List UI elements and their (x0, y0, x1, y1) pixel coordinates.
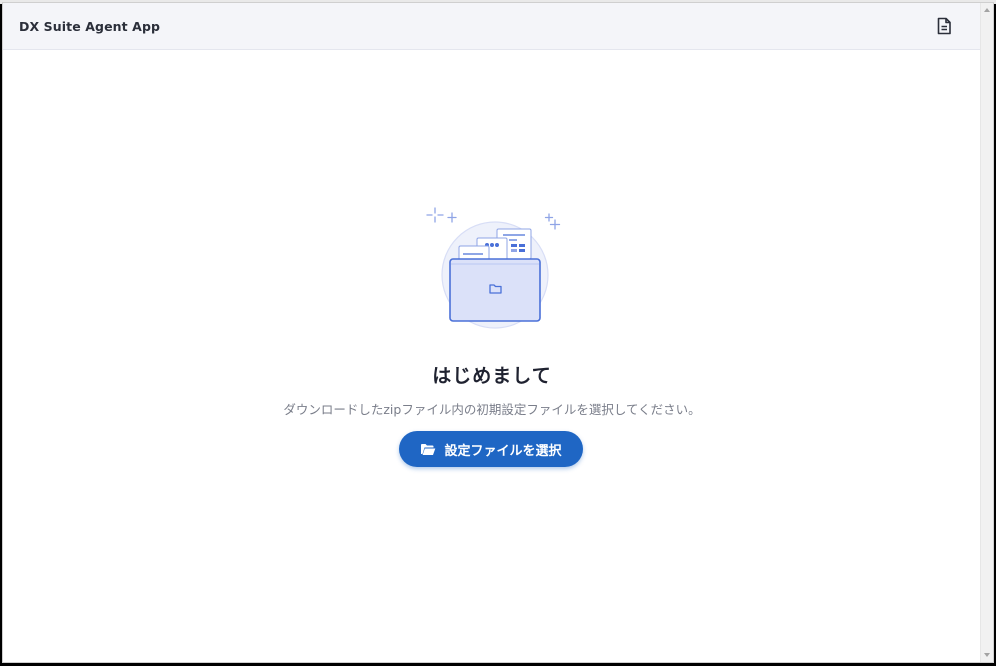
scroll-down-arrow-icon[interactable] (984, 653, 990, 657)
vertical-scrollbar[interactable] (980, 3, 993, 662)
scroll-up-arrow-icon[interactable] (984, 8, 990, 12)
select-config-file-label: 設定ファイルを選択 (444, 442, 562, 458)
app-header: DX Suite Agent App (3, 3, 981, 50)
main-content: はじめまして ダウンロードしたzipファイル内の初期設定ファイルを選択してくださ… (3, 50, 981, 662)
page-heading: はじめまして (432, 365, 552, 387)
document-button[interactable] (932, 14, 956, 38)
folder-open-icon (420, 443, 436, 456)
app-window: DX Suite Agent App はじめまして ダウンロードしたzipファイ… (2, 2, 994, 663)
select-config-file-button[interactable]: 設定ファイルを選択 (399, 431, 583, 467)
document-icon (937, 17, 951, 35)
folder-illustration-icon (426, 207, 561, 329)
instruction-text: ダウンロードしたzipファイル内の初期設定ファイルを選択してください。 (283, 402, 701, 417)
app-title: DX Suite Agent App (19, 18, 161, 34)
